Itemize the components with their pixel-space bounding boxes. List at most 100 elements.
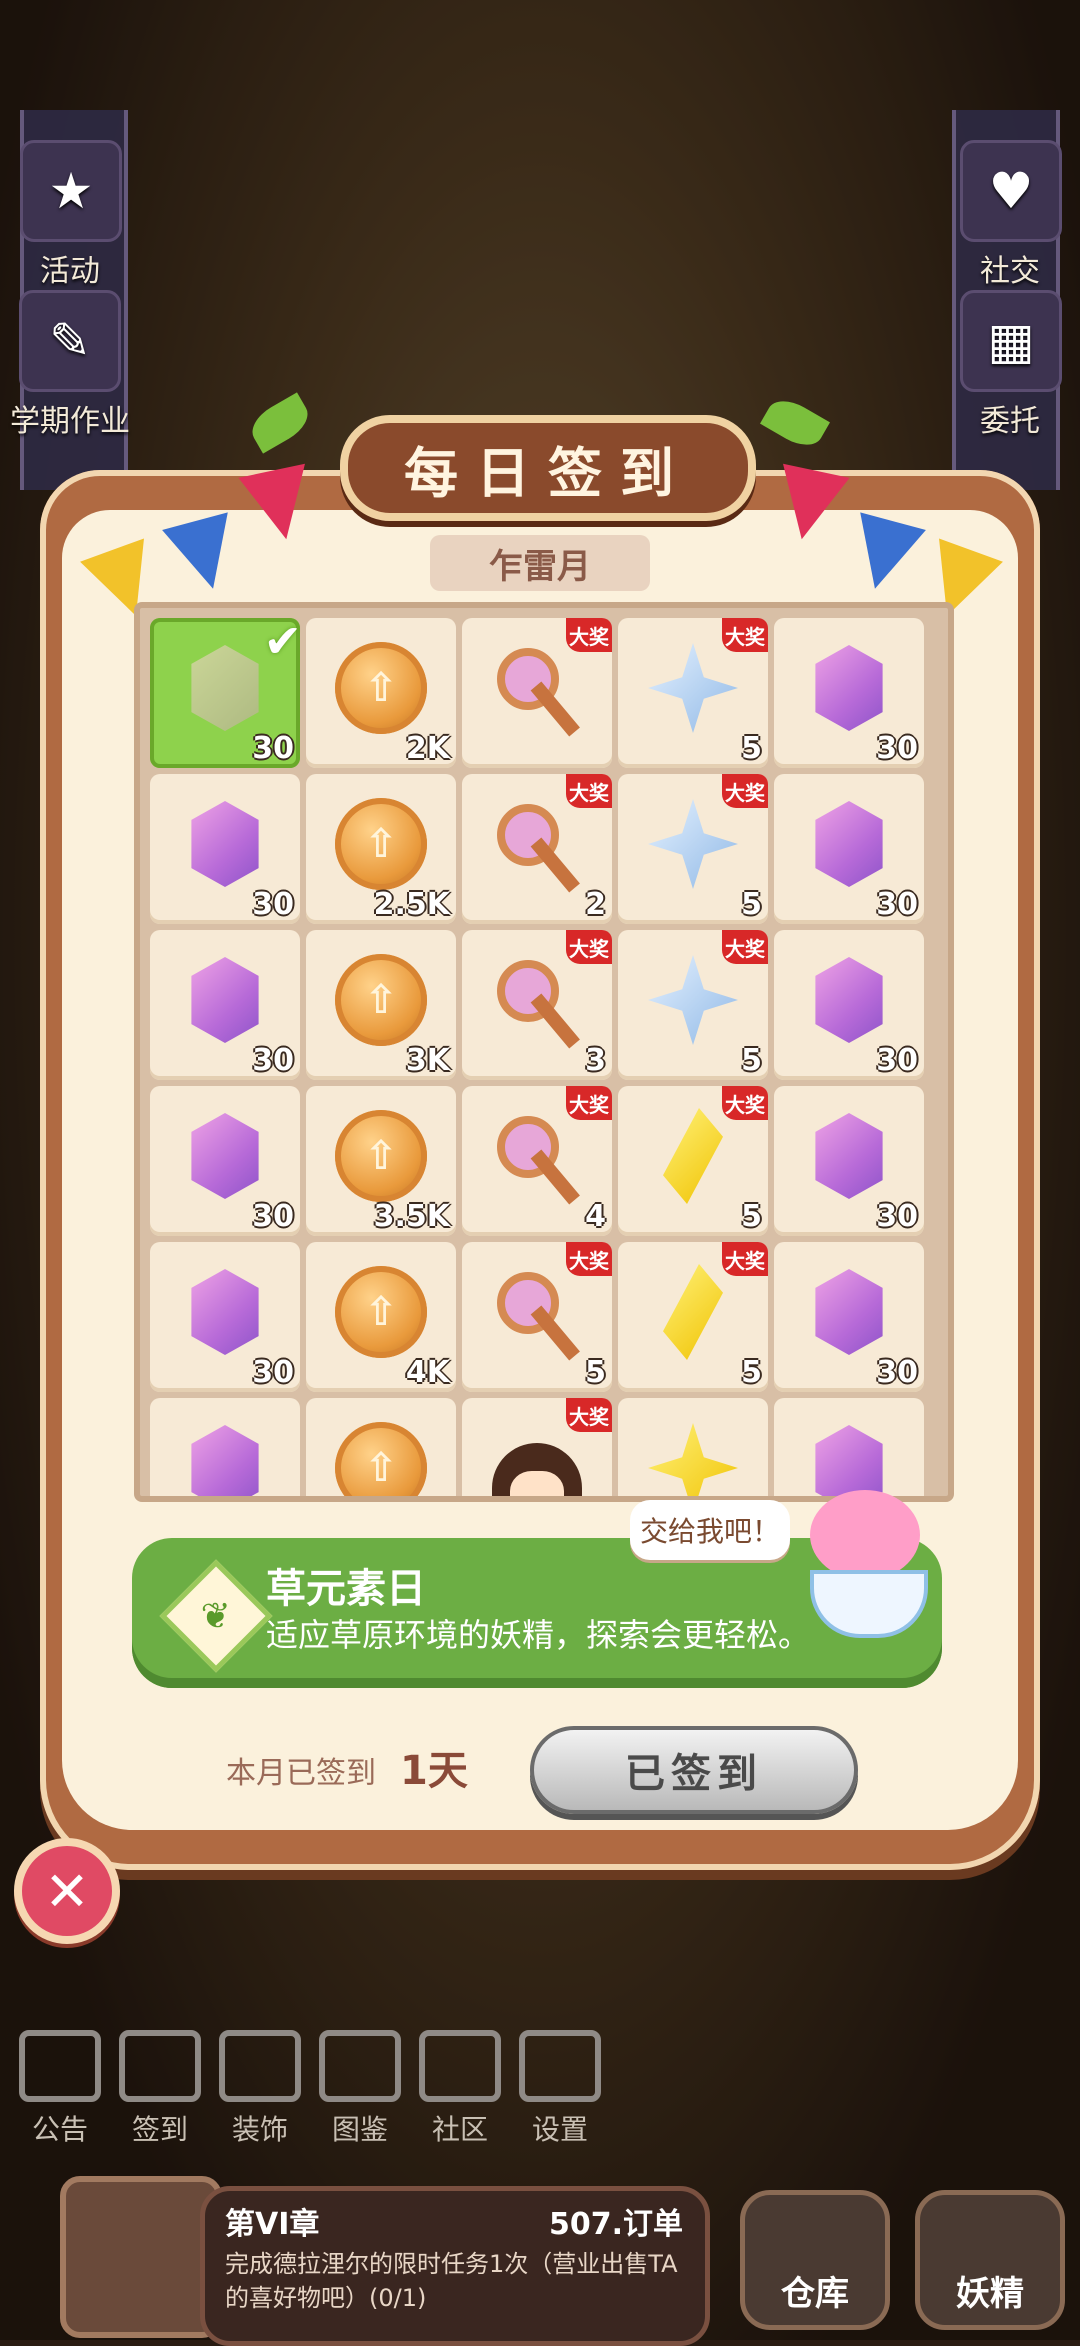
gem-icon <box>191 1425 259 1496</box>
reward-quantity: 30 <box>876 731 918 766</box>
big-prize-badge: 大奖 <box>566 774 612 808</box>
menu-checkin-label: 签到 <box>131 2113 188 2146</box>
reward-quantity: 3K <box>405 1043 450 1078</box>
gem-gray-icon <box>191 645 259 731</box>
commission-icon: ▦ <box>960 290 1062 392</box>
reward-quantity: 30 <box>876 1043 918 1078</box>
calendar-day-cell[interactable]: 大奖 <box>462 618 612 768</box>
calendar-day-cell[interactable]: 30 <box>774 1242 924 1392</box>
commission-button[interactable]: ▦ 委托 <box>960 290 1062 440</box>
calendar-day-cell[interactable]: 大奖 5 <box>618 1086 768 1236</box>
calendar-day-cell[interactable]: 30 <box>150 1242 300 1392</box>
calendar-day-cell[interactable]: 大奖 <box>462 1398 612 1496</box>
calendar-day-cell[interactable]: 大奖 4 <box>462 1086 612 1236</box>
close-button[interactable]: ✕ <box>14 1838 120 1944</box>
reward-quantity: 30 <box>252 1043 294 1078</box>
big-prize-badge: 大奖 <box>722 774 768 808</box>
fairy-button[interactable]: 妖精 <box>915 2190 1065 2330</box>
close-icon: ✕ <box>44 1859 90 1923</box>
gem-icon <box>191 957 259 1043</box>
diamond-icon <box>663 1264 723 1360</box>
calendar-day-cell[interactable]: ✔ 30 <box>150 614 302 768</box>
reward-quantity: 5 <box>741 731 762 766</box>
calendar-day-cell[interactable]: 30 <box>774 930 924 1080</box>
menu-settings-label: 设置 <box>531 2113 588 2146</box>
reward-quantity: 5 <box>741 1355 762 1390</box>
calendar-day-cell[interactable]: 大奖 3 <box>462 930 612 1080</box>
calendar-day-cell[interactable]: ⇧ <box>306 1398 456 1496</box>
reward-quantity: 4K <box>405 1355 450 1390</box>
calendar-day-cell[interactable]: ⇧ 2.5K <box>306 774 456 924</box>
calendar-day-cell[interactable]: ⇧ 4K <box>306 1242 456 1392</box>
reward-quantity: 3.5K <box>373 1199 450 1234</box>
checkin-calendar-frame: ✔ 30 ⇧ 2K 大奖 大奖 5 30 30 ⇧ 2.5K 大奖 2 大奖 5 30 30 ⇧ 3K 大奖 3 大奖 5 3… <box>134 602 954 1502</box>
event-icon: ★ <box>20 140 122 242</box>
star-icon <box>648 799 738 889</box>
reward-quantity: 3 <box>585 1043 606 1078</box>
menu-notice[interactable]: 公告 <box>10 2030 110 2148</box>
reward-quantity: 30 <box>876 1355 918 1390</box>
menu-codex[interactable]: 图鉴 <box>310 2030 410 2148</box>
calendar-day-cell[interactable]: 大奖 5 <box>618 618 768 768</box>
reward-quantity: 2 <box>585 887 606 922</box>
key-icon <box>489 640 585 737</box>
calendar-day-cell[interactable]: 大奖 5 <box>618 930 768 1080</box>
calendar-day-cell[interactable]: ⇧ 3K <box>306 930 456 1080</box>
coin-icon: ⇧ <box>335 798 427 890</box>
reward-quantity: 30 <box>876 1199 918 1234</box>
activity-button[interactable]: ★ 活动 <box>20 140 122 290</box>
signed-days-label: 本月已签到 <box>226 1756 376 1791</box>
calendar-day-cell[interactable]: 30 <box>774 618 924 768</box>
calendar-day-cell[interactable]: ⇧ 2K <box>306 618 456 768</box>
calendar-day-cell[interactable]: ⇧ 3.5K <box>306 1086 456 1236</box>
gem-icon <box>191 1113 259 1199</box>
menu-decor-label: 装饰 <box>231 2113 288 2146</box>
homework-label: 学期作业 <box>10 404 130 439</box>
diamond-icon <box>663 1108 723 1204</box>
menu-notice-label: 公告 <box>31 2113 88 2146</box>
calendar-day-cell[interactable]: 30 <box>774 774 924 924</box>
calendar-day-cell[interactable]: 大奖 5 <box>462 1242 612 1392</box>
menu-decor[interactable]: 装饰 <box>210 2030 310 2148</box>
signed-button[interactable]: 已签到 <box>530 1726 858 1814</box>
coin-icon: ⇧ <box>335 1110 427 1202</box>
big-prize-badge: 大奖 <box>566 1398 612 1432</box>
star-icon <box>648 955 738 1045</box>
calendar-day-cell[interactable]: 大奖 5 <box>618 774 768 924</box>
calendar-day-cell[interactable]: 30 <box>150 930 300 1080</box>
checkin-calendar-grid: ✔ 30 ⇧ 2K 大奖 大奖 5 30 30 ⇧ 2.5K 大奖 2 大奖 5 30 30 ⇧ 3K 大奖 3 大奖 5 3… <box>150 614 924 1496</box>
calendar-day-cell[interactable]: 大奖 2 <box>462 774 612 924</box>
sprout-icon: ❦ <box>159 1559 273 1673</box>
calendar-day-cell[interactable]: 大奖 5 <box>618 1242 768 1392</box>
big-prize-badge: 大奖 <box>722 618 768 652</box>
big-prize-badge: 大奖 <box>566 1086 612 1120</box>
key-icon <box>489 796 585 893</box>
menu-community[interactable]: 社区 <box>410 2030 510 2148</box>
chapter-task-panel[interactable]: 第VI章 507.订单 完成德拉浬尔的限时任务1次（营业出售TA的喜好物吧）(0… <box>200 2186 710 2346</box>
storybook-icon[interactable] <box>60 2176 222 2338</box>
calendar-day-cell[interactable]: 30 <box>150 774 300 924</box>
homework-button[interactable]: ✎ 学期作业 <box>5 290 135 440</box>
menu-checkin[interactable]: 签到 <box>110 2030 210 2148</box>
calendar-day-cell[interactable]: 30 <box>774 1086 924 1236</box>
calendar-day-cell[interactable] <box>618 1398 768 1496</box>
gem-icon <box>815 801 883 887</box>
warehouse-button[interactable]: 仓库 <box>740 2190 890 2330</box>
social-button[interactable]: ♥ 社交 <box>960 140 1062 290</box>
coin-icon: ⇧ <box>335 954 427 1046</box>
gem-icon <box>815 957 883 1043</box>
reward-quantity: 5 <box>741 1199 762 1234</box>
fairy-label: 妖精 <box>956 2274 1024 2314</box>
key-icon <box>489 1108 585 1205</box>
teacup-fairy-character <box>790 1470 940 1650</box>
key-icon <box>489 952 585 1049</box>
menu-settings[interactable]: 设置 <box>510 2030 610 2148</box>
element-day-title: 草元素日 <box>266 1566 426 1612</box>
calendar-day-cell[interactable]: 30 <box>150 1086 300 1236</box>
pennant-red-left <box>238 463 320 547</box>
key-icon <box>489 1264 585 1361</box>
pennant-red-right <box>768 463 850 547</box>
calendar-day-cell[interactable] <box>150 1398 300 1496</box>
reward-quantity: 5 <box>585 1355 606 1390</box>
social-label: 社交 <box>980 254 1040 289</box>
